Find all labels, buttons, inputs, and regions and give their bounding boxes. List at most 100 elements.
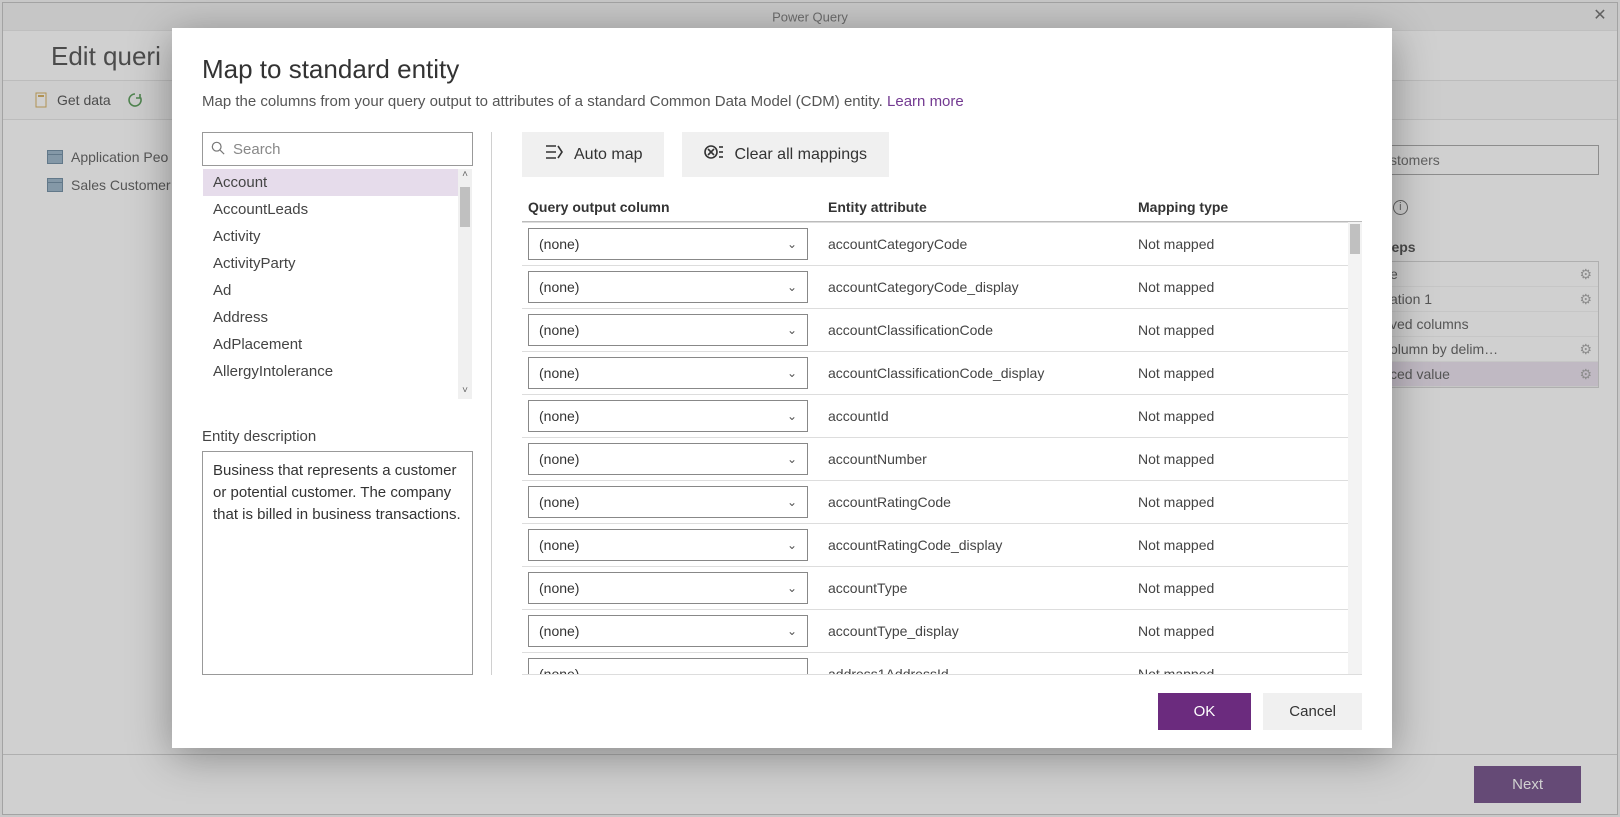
mapping-grid-header: Query output column Entity attribute Map… bbox=[522, 195, 1362, 222]
chevron-down-icon: ⌄ bbox=[787, 409, 797, 423]
chevron-down-icon: ⌄ bbox=[787, 280, 797, 294]
auto-map-icon bbox=[544, 142, 564, 167]
col-mapping-type: Mapping type bbox=[1138, 199, 1318, 215]
entity-item-ad[interactable]: Ad bbox=[203, 277, 472, 304]
mapping-row: (none) ⌄ accountNumberNot mapped bbox=[522, 438, 1362, 481]
entity-description-label: Entity description bbox=[202, 428, 473, 445]
map-entity-modal: Map to standard entity Map the columns f… bbox=[172, 28, 1392, 748]
mapping-type-label: Not mapped bbox=[1138, 537, 1318, 553]
query-column-dropdown[interactable]: (none) ⌄ bbox=[528, 357, 808, 389]
dropdown-value: (none) bbox=[539, 451, 579, 467]
query-column-dropdown[interactable]: (none) ⌄ bbox=[528, 572, 808, 604]
mapping-row: (none) ⌄ accountRatingCodeNot mapped bbox=[522, 481, 1362, 524]
mapping-row: (none) ⌄ accountClassificationCode_display… bbox=[522, 352, 1362, 395]
query-column-dropdown[interactable]: (none) ⌄ bbox=[528, 400, 808, 432]
mapping-type-label: Not mapped bbox=[1138, 365, 1318, 381]
entity-attribute-label: accountClassificationCode_display bbox=[828, 365, 1138, 381]
mapping-row: (none)⌄accountIdNot mapped bbox=[522, 395, 1362, 438]
mapping-type-label: Not mapped bbox=[1138, 623, 1318, 639]
entity-attribute-label: accountCategoryCode_display bbox=[828, 279, 1138, 295]
query-column-dropdown[interactable]: (none) ⌄ bbox=[528, 658, 808, 675]
entity-description: Business that represents a customer or p… bbox=[202, 451, 473, 675]
mapping-actions: Auto map Clear all mappings bbox=[522, 132, 1362, 177]
mapping-grid-body: (none)⌄accountCategoryCodeNot mapped(non… bbox=[522, 222, 1362, 675]
modal-subtitle: Map the columns from your query output t… bbox=[202, 93, 1362, 110]
mapping-type-label: Not mapped bbox=[1138, 408, 1318, 424]
learn-more-link[interactable]: Learn more bbox=[887, 93, 964, 110]
mapping-row: (none) ⌄ accountType_displayNot mapped bbox=[522, 610, 1362, 653]
auto-map-label: Auto map bbox=[574, 146, 642, 164]
clear-icon bbox=[704, 142, 724, 167]
scroll-down-icon[interactable]: ˅ bbox=[458, 385, 472, 399]
auto-map-button[interactable]: Auto map bbox=[522, 132, 664, 177]
mapping-type-label: Not mapped bbox=[1138, 236, 1318, 252]
entity-item-activityparty[interactable]: ActivityParty bbox=[203, 250, 472, 277]
mapping-panel: Auto map Clear all mappings Query output… bbox=[522, 132, 1362, 675]
cancel-button[interactable]: Cancel bbox=[1263, 693, 1362, 730]
entity-item-address[interactable]: Address bbox=[203, 304, 472, 331]
mapping-type-label: Not mapped bbox=[1138, 580, 1318, 596]
col-entity-attribute: Entity attribute bbox=[828, 199, 1138, 215]
query-column-dropdown[interactable]: (none) ⌄ bbox=[528, 615, 808, 647]
mapping-row: (none)⌄accountClassificationCodeNot mapp… bbox=[522, 309, 1362, 352]
entity-attribute-label: accountCategoryCode bbox=[828, 236, 1138, 252]
entity-item-account[interactable]: Account bbox=[203, 169, 472, 196]
chevron-down-icon: ⌄ bbox=[787, 323, 797, 337]
dropdown-value: (none) bbox=[539, 494, 579, 510]
chevron-down-icon: ⌄ bbox=[787, 624, 797, 638]
modal-footer: OK Cancel bbox=[202, 675, 1362, 730]
scroll-thumb[interactable] bbox=[460, 187, 470, 227]
chevron-down-icon: ⌄ bbox=[787, 366, 797, 380]
query-column-dropdown[interactable]: (none) ⌄ bbox=[528, 486, 808, 518]
scroll-thumb[interactable] bbox=[1350, 224, 1360, 254]
mapping-type-label: Not mapped bbox=[1138, 494, 1318, 510]
entity-item-allergy[interactable]: AllergyIntolerance bbox=[203, 358, 472, 385]
mapping-row: (none) ⌄ address1AddressIdNot mapped bbox=[522, 653, 1362, 675]
modal-title: Map to standard entity bbox=[202, 54, 1362, 85]
clear-mappings-button[interactable]: Clear all mappings bbox=[682, 132, 889, 177]
entity-attribute-label: accountRatingCode_display bbox=[828, 537, 1138, 553]
query-column-dropdown[interactable]: (none) ⌄ bbox=[528, 271, 808, 303]
dropdown-value: (none) bbox=[539, 365, 579, 381]
entity-attribute-label: accountType_display bbox=[828, 623, 1138, 639]
entity-list: Account AccountLeads Activity ActivityPa… bbox=[202, 168, 473, 400]
search-icon bbox=[211, 141, 225, 158]
scroll-up-icon[interactable]: ˄ bbox=[458, 169, 472, 183]
chevron-down-icon: ⌄ bbox=[787, 495, 797, 509]
entity-item-activity[interactable]: Activity bbox=[203, 223, 472, 250]
entity-search[interactable] bbox=[202, 132, 473, 166]
entity-attribute-label: address1AddressId bbox=[828, 666, 1138, 675]
mapping-type-label: Not mapped bbox=[1138, 279, 1318, 295]
query-column-dropdown[interactable]: (none) ⌄ bbox=[528, 314, 808, 346]
chevron-down-icon: ⌄ bbox=[787, 581, 797, 595]
entity-item-adplacement[interactable]: AdPlacement bbox=[203, 331, 472, 358]
chevron-down-icon: ⌄ bbox=[787, 452, 797, 466]
dropdown-value: (none) bbox=[539, 279, 579, 295]
dropdown-value: (none) bbox=[539, 408, 579, 424]
entity-attribute-label: accountType bbox=[828, 580, 1138, 596]
query-column-dropdown[interactable]: (none) ⌄ bbox=[528, 443, 808, 475]
dropdown-value: (none) bbox=[539, 322, 579, 338]
entity-attribute-label: accountRatingCode bbox=[828, 494, 1138, 510]
mapping-type-label: Not mapped bbox=[1138, 451, 1318, 467]
dropdown-value: (none) bbox=[539, 666, 579, 675]
chevron-down-icon: ⌄ bbox=[787, 538, 797, 552]
search-input[interactable] bbox=[233, 141, 464, 158]
entity-attribute-label: accountClassificationCode bbox=[828, 322, 1138, 338]
ok-button[interactable]: OK bbox=[1158, 693, 1252, 730]
dropdown-value: (none) bbox=[539, 623, 579, 639]
grid-scrollbar[interactable] bbox=[1348, 222, 1362, 674]
entity-attribute-label: accountNumber bbox=[828, 451, 1138, 467]
entity-scrollbar[interactable]: ˄ ˅ bbox=[458, 169, 472, 399]
entity-item-accountleads[interactable]: AccountLeads bbox=[203, 196, 472, 223]
clear-mappings-label: Clear all mappings bbox=[734, 146, 867, 164]
chevron-down-icon: ⌄ bbox=[787, 667, 797, 675]
mapping-row: (none) ⌄ accountCategoryCode_displayNot ma… bbox=[522, 266, 1362, 309]
query-column-dropdown[interactable]: (none)⌄ bbox=[528, 529, 808, 561]
chevron-down-icon: ⌄ bbox=[787, 237, 797, 251]
col-query-output: Query output column bbox=[528, 199, 828, 215]
dropdown-value: (none) bbox=[539, 580, 579, 596]
mapping-row: (none)⌄ accountRatingCode_displayNot mapp… bbox=[522, 524, 1362, 567]
mapping-type-label: Not mapped bbox=[1138, 666, 1318, 675]
query-column-dropdown[interactable]: (none)⌄ bbox=[528, 228, 808, 260]
